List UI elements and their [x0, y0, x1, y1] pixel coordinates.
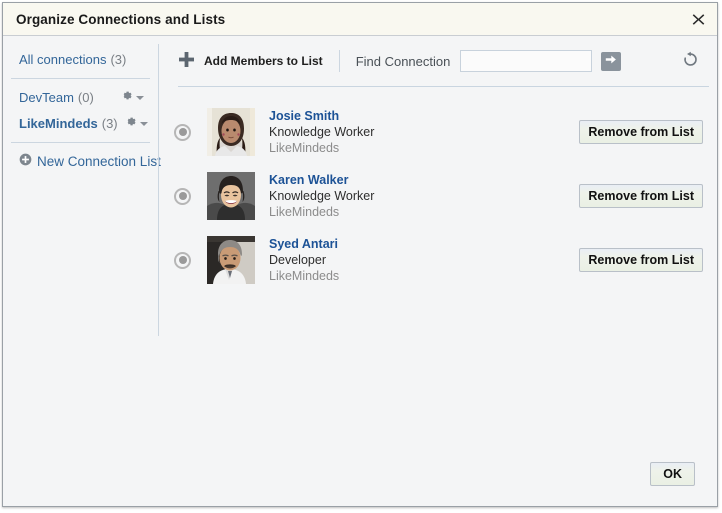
close-icon — [692, 13, 705, 26]
find-connection-submit-button[interactable] — [601, 52, 621, 71]
remove-from-list-button[interactable]: Remove from List — [579, 184, 703, 208]
connection-lists-sidebar: All connections (3) DevTeam (0) — [3, 36, 158, 444]
plus-icon — [178, 51, 195, 71]
likemindeds-label: LikeMindeds — [19, 116, 98, 131]
list-item: Syed Antari Developer LikeMindeds Remove… — [158, 228, 717, 292]
person-job-title: Knowledge Worker — [269, 188, 374, 204]
members-list: Josie Smith Knowledge Worker LikeMindeds… — [158, 87, 717, 292]
find-connection-label: Find Connection — [356, 54, 451, 69]
person-info: Karen Walker Knowledge Worker LikeMinded… — [269, 172, 374, 220]
organize-connections-dialog: Organize Connections and Lists All conne… — [2, 2, 718, 507]
dialog-footer: OK — [3, 444, 717, 506]
sidebar-item-all-connections[interactable]: All connections (3) — [13, 46, 148, 72]
avatar — [207, 172, 255, 220]
list-item: Karen Walker Knowledge Worker LikeMinded… — [158, 164, 717, 228]
sidebar-item-devteam[interactable]: DevTeam (0) — [13, 84, 148, 110]
likemindeds-options-button[interactable] — [118, 115, 148, 131]
members-toolbar: Add Members to List Find Connection — [158, 36, 717, 86]
dialog-body: All connections (3) DevTeam (0) — [3, 36, 717, 444]
avatar — [207, 108, 255, 156]
radio-selected-icon[interactable] — [174, 124, 191, 141]
sidebar-item-likemindeds[interactable]: LikeMindeds (3) — [13, 110, 148, 136]
dialog-title: Organize Connections and Lists — [16, 12, 687, 27]
dialog-titlebar: Organize Connections and Lists — [3, 3, 717, 36]
person-job-title: Developer — [269, 252, 339, 268]
person-list-name: LikeMindeds — [269, 268, 339, 284]
chevron-down-icon — [140, 122, 148, 126]
likemindeds-count: (3) — [102, 116, 118, 131]
devteam-label: DevTeam — [19, 90, 74, 105]
refresh-icon — [682, 51, 699, 71]
ok-button[interactable]: OK — [650, 462, 695, 486]
find-connection-input[interactable] — [460, 50, 592, 72]
sidebar-divider-1 — [11, 78, 150, 79]
refresh-button[interactable] — [679, 50, 701, 72]
person-name-link[interactable]: Josie Smith — [269, 108, 374, 124]
person-name-link[interactable]: Syed Antari — [269, 236, 339, 252]
sidebar-divider-2 — [11, 142, 150, 143]
avatar — [207, 236, 255, 284]
close-button[interactable] — [687, 8, 709, 30]
all-connections-count: (3) — [110, 52, 126, 67]
person-name-link[interactable]: Karen Walker — [269, 172, 374, 188]
person-info: Syed Antari Developer LikeMindeds — [269, 236, 339, 284]
plus-circle-icon — [19, 153, 32, 169]
person-info: Josie Smith Knowledge Worker LikeMindeds — [269, 108, 374, 156]
gear-icon — [124, 115, 137, 131]
add-members-to-list-label: Add Members to List — [204, 54, 323, 68]
new-connection-list-button[interactable]: New Connection List — [13, 148, 148, 174]
chevron-down-icon — [136, 96, 144, 100]
remove-from-list-button[interactable]: Remove from List — [579, 120, 703, 144]
list-item: Josie Smith Knowledge Worker LikeMindeds… — [158, 100, 717, 164]
radio-selected-icon[interactable] — [174, 188, 191, 205]
person-job-title: Knowledge Worker — [269, 124, 374, 140]
gear-icon — [120, 89, 133, 105]
remove-from-list-button[interactable]: Remove from List — [579, 248, 703, 272]
all-connections-label: All connections — [19, 52, 106, 67]
members-panel: Add Members to List Find Connection — [158, 36, 717, 444]
devteam-options-button[interactable] — [114, 89, 144, 105]
devteam-count: (0) — [78, 90, 94, 105]
person-list-name: LikeMindeds — [269, 140, 374, 156]
new-connection-list-label: New Connection List — [37, 154, 161, 169]
arrow-right-icon — [605, 54, 617, 68]
person-list-name: LikeMindeds — [269, 204, 374, 220]
toolbar-separator — [339, 50, 340, 72]
radio-selected-icon[interactable] — [174, 252, 191, 269]
add-members-to-list-button[interactable]: Add Members to List — [178, 51, 339, 71]
